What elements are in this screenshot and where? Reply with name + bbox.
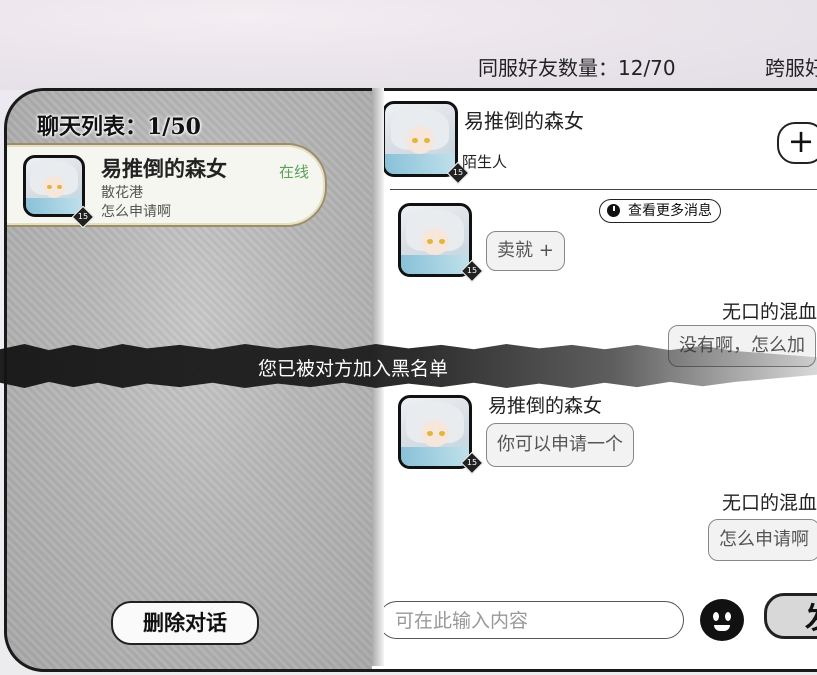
sender-name: 无口的混血 [722,492,817,514]
level-badge: 15 [71,205,95,229]
contact-avatar[interactable] [382,101,458,177]
plus-icon: + [787,122,815,160]
blacklist-notice: 您已被对方加入黑名单 [258,358,449,380]
message-input[interactable]: 可在此输入内容 [378,601,684,639]
cross-server-tab[interactable]: 跨服好 [765,52,817,81]
level-badge: 15 [460,259,484,283]
message-bubble: 卖就 + [486,231,565,271]
add-friend-button[interactable]: + [777,122,817,164]
message-bubble: 怎么申请啊 [708,519,817,561]
divider [390,189,817,190]
delete-conversation-button[interactable]: 删除对话 [111,601,259,645]
top-bar: 同服好友数量：12/70 跨服好 [0,0,817,90]
chat-item-last-message: 怎么申请啊 [101,204,171,220]
level-badge: 15 [460,451,484,475]
contact-name: 易推倒的森女 [464,109,584,133]
view-more-label: 查看更多消息 [628,203,712,219]
smiley-icon[interactable] [700,599,744,641]
sender-name: 无口的混血 [722,301,817,323]
send-button[interactable]: 发 [764,593,817,639]
chat-list-item[interactable]: 15 易推倒的森女 在线 散花港 怎么申请啊 [7,143,327,229]
avatar [23,155,85,217]
message-avatar[interactable] [398,203,472,277]
friend-count: 同服好友数量：12/70 [478,56,676,80]
chat-item-location: 散花港 [101,185,143,201]
view-more-messages-button[interactable]: 查看更多消息 [599,199,721,223]
message-avatar[interactable] [398,395,472,469]
online-status: 在线 [279,163,310,181]
clock-icon [607,204,620,217]
sender-name: 易推倒的森女 [488,395,603,417]
blacklist-banner: 您已被对方加入黑名单 [0,344,817,388]
message-bubble: 你可以申请一个 [486,423,634,467]
chat-item-name: 易推倒的森女 [101,156,227,181]
chat-list-title: 聊天列表：1/50 [37,114,201,140]
contact-relation: 陌生人 [462,153,508,171]
